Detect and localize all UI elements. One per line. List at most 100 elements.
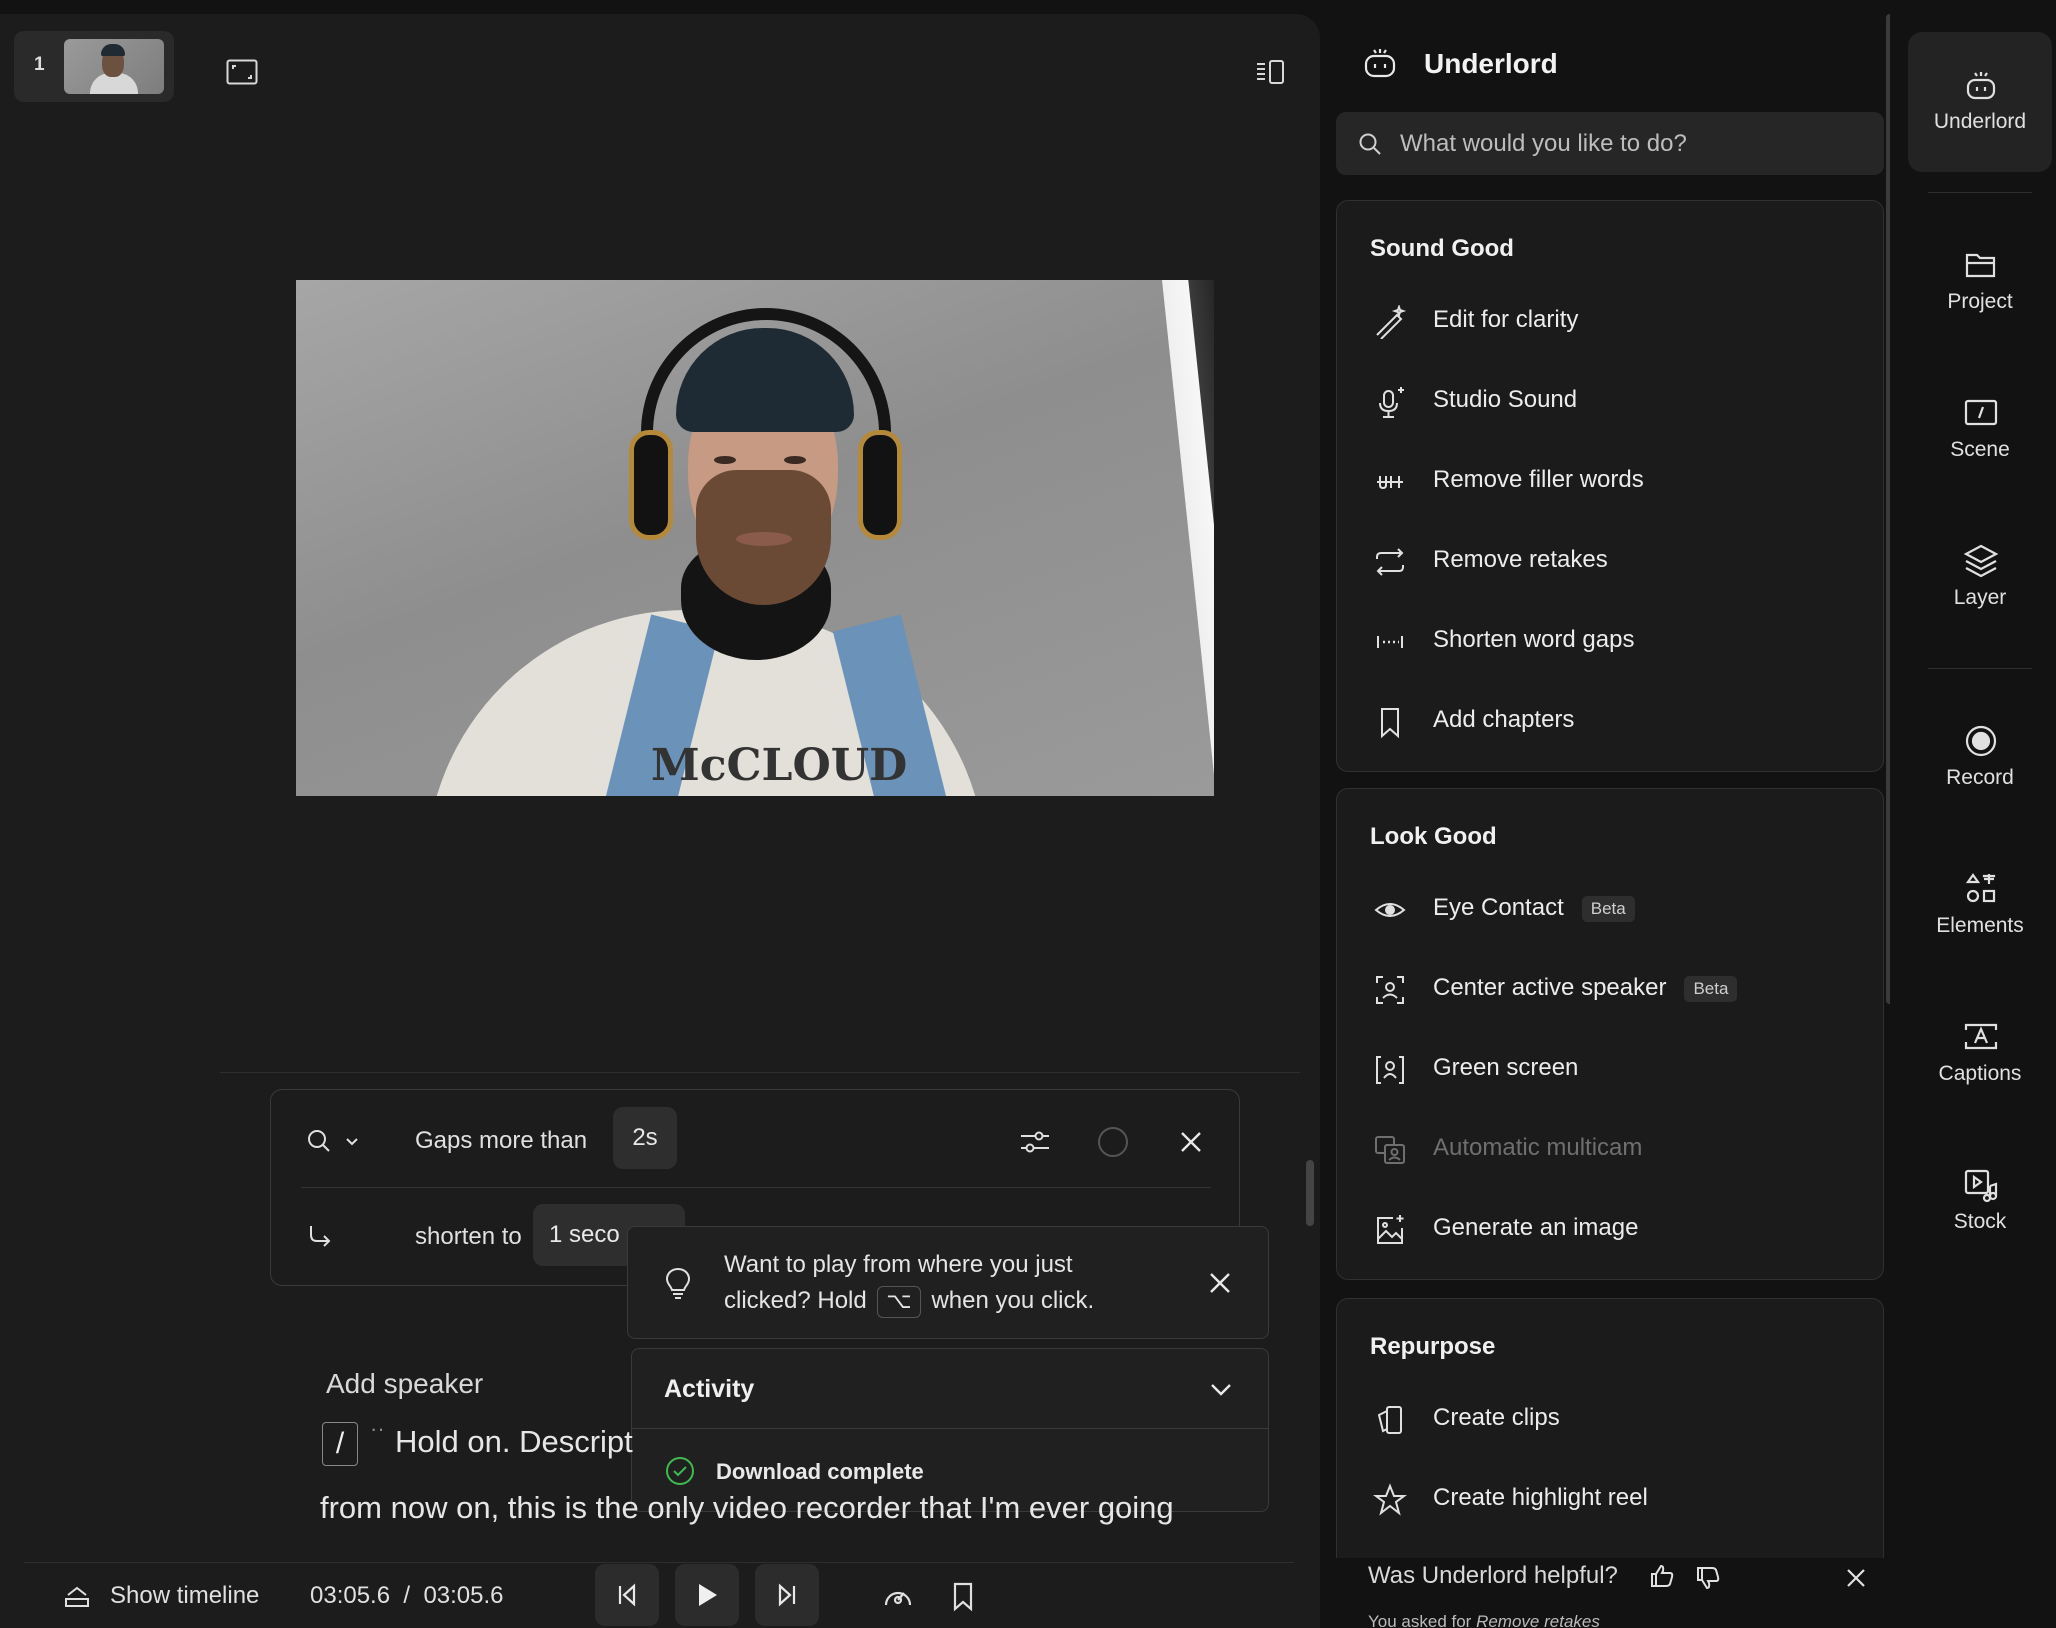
rail-captions[interactable]: Captions <box>1908 984 2052 1124</box>
search-placeholder: What would you like to do? <box>1400 130 1687 157</box>
action-center-active-speaker[interactable]: Center active speaker Beta <box>1337 959 1883 1021</box>
asked-value: Remove retakes <box>1476 1612 1600 1628</box>
activity-header[interactable]: Activity <box>632 1349 1268 1429</box>
rail-label: Project <box>1947 290 2013 313</box>
play-button[interactable] <box>675 1564 739 1626</box>
action-label: Edit for clarity <box>1433 306 1579 333</box>
timeline-icon[interactable] <box>62 1582 92 1612</box>
skip-forward-button[interactable] <box>755 1564 819 1626</box>
action-shorten-word-gaps[interactable]: Shorten word gaps <box>1337 611 1883 673</box>
chevron-down-icon[interactable] <box>1206 1375 1236 1405</box>
video-preview[interactable]: McCLOUD <box>296 280 1214 796</box>
action-create-clips[interactable]: Create clips <box>1337 1389 1883 1451</box>
underlord-search-input[interactable]: What would you like to do? <box>1336 112 1884 175</box>
transcript-line[interactable]: from now on, this is the only video reco… <box>320 1490 1174 1526</box>
asked-prefix: You asked for <box>1368 1612 1472 1628</box>
clips-icon <box>1377 1406 1402 1434</box>
action-create-highlight-reel[interactable]: Create highlight reel <box>1337 1469 1883 1531</box>
rail-scene[interactable]: Scene <box>1908 360 2052 500</box>
action-add-chapters[interactable]: Add chapters <box>1337 691 1883 753</box>
tip-text: Want to play from where you just clicked… <box>724 1247 1094 1319</box>
tip-popover: Want to play from where you just clicked… <box>627 1226 1269 1339</box>
time-separator: / <box>403 1582 411 1609</box>
action-edit-for-clarity[interactable]: Edit for clarity <box>1337 291 1883 353</box>
show-timeline-button[interactable]: Show timeline <box>110 1582 259 1610</box>
captions-icon <box>1964 1023 1998 1050</box>
eye-icon <box>1374 903 1406 917</box>
activity-item-download: Download complete <box>716 1459 924 1484</box>
close-icon[interactable] <box>1171 1122 1211 1162</box>
tip-close-icon[interactable] <box>1202 1265 1238 1301</box>
elements-icon <box>1965 873 1996 903</box>
action-label: Green screen <box>1433 1054 1579 1081</box>
layers-icon <box>1963 544 1999 578</box>
rail-project[interactable]: Project <box>1908 212 2052 352</box>
filter-settings-icon[interactable] <box>1015 1122 1055 1162</box>
rail-record[interactable]: Record <box>1908 688 2052 828</box>
action-label: Remove retakes <box>1433 546 1608 573</box>
feedback-close-icon[interactable] <box>1840 1562 1872 1594</box>
filler-words-icon <box>1377 476 1403 490</box>
playback-speed-icon[interactable] <box>880 1580 916 1612</box>
add-speaker-button[interactable]: Add speaker <box>326 1368 483 1400</box>
current-time: 03:05.6 <box>310 1582 391 1609</box>
action-label: Studio Sound <box>1433 386 1578 413</box>
action-studio-sound[interactable]: Studio Sound <box>1337 371 1883 433</box>
status-circle-icon[interactable] <box>1093 1122 1133 1162</box>
record-icon <box>1965 725 1997 757</box>
rail-layer[interactable]: Layer <box>1908 508 2052 648</box>
card-title: Repurpose <box>1370 1333 1496 1360</box>
multicam-icon <box>1375 1136 1405 1164</box>
skip-back-button[interactable] <box>595 1564 659 1626</box>
thumbs-up-icon[interactable] <box>1646 1560 1678 1592</box>
divider <box>220 1072 1300 1073</box>
option-key: ⌥ <box>877 1286 921 1318</box>
star-icon <box>1373 1483 1407 1516</box>
green-screen-icon <box>1376 1056 1404 1084</box>
time-display: 03:05.6 / 03:05.6 <box>310 1582 504 1610</box>
word-gaps-icon <box>1377 636 1403 648</box>
underlord-robot-icon <box>1358 40 1402 84</box>
slash-command-marker[interactable]: / <box>322 1422 358 1466</box>
tip-line-2: clicked? Hold ⌥ when you click. <box>724 1283 1094 1319</box>
headphones <box>641 308 891 488</box>
bookmark-icon <box>1381 708 1399 739</box>
microphone-sparkle-icon <box>1379 387 1404 418</box>
rail-label: Underlord <box>1933 110 2027 133</box>
rail-stock[interactable]: Stock <box>1908 1132 2052 1272</box>
rail-elements[interactable]: Elements <box>1908 836 2052 976</box>
transcript-line[interactable]: Hold on. Descript <box>395 1424 633 1460</box>
scene-icon <box>1964 399 1998 426</box>
action-eye-contact[interactable]: Eye Contact Beta <box>1337 879 1883 941</box>
search-icon <box>1356 130 1384 158</box>
action-remove-retakes[interactable]: Remove retakes <box>1337 531 1883 593</box>
action-green-screen[interactable]: Green screen <box>1337 1039 1883 1101</box>
rail-label: Elements <box>1936 914 2024 937</box>
shorten-to-label: shorten to <box>415 1223 522 1250</box>
reply-arrow-icon <box>303 1220 337 1254</box>
action-remove-filler-words[interactable]: Remove filler words <box>1337 451 1883 513</box>
rail-label: Scene <box>1950 438 2010 461</box>
look-good-card: Look Good Eye Contact Beta Center active … <box>1336 788 1884 1280</box>
search-dropdown[interactable] <box>305 1126 365 1158</box>
action-generate-an-image[interactable]: Generate an image <box>1337 1199 1883 1261</box>
thumbs-down-icon[interactable] <box>1692 1562 1724 1594</box>
total-time: 03:05.6 <box>423 1582 504 1609</box>
beta-badge: Beta <box>1684 975 1738 1002</box>
stock-media-icon <box>1964 1169 1998 1203</box>
asked-for-text: You asked for Remove retakes <box>1368 1612 1600 1628</box>
gap-threshold-value[interactable]: 2s <box>613 1107 677 1169</box>
card-title: Sound Good <box>1370 235 1514 262</box>
toggle-script-panel-icon[interactable] <box>1250 52 1290 92</box>
action-label-text: Center active speaker <box>1433 974 1667 1001</box>
activity-title: Activity <box>664 1375 755 1403</box>
rail-underlord[interactable]: Underlord <box>1908 32 2052 172</box>
editor-scrollbar[interactable] <box>1306 1160 1314 1226</box>
fullscreen-icon[interactable] <box>220 52 264 92</box>
action-label-text: Eye Contact <box>1433 894 1564 921</box>
sound-good-card: Sound Good Edit for clarity Studio Sound… <box>1336 200 1884 772</box>
tip-line-2-prefix: clicked? Hold <box>724 1287 867 1314</box>
app-window: 1 McCLOUD Gaps more than 2s shorten to 1… <box>0 0 2056 1628</box>
scene-thumbnail[interactable]: 1 <box>14 31 174 102</box>
bookmark-icon[interactable] <box>948 1580 978 1614</box>
